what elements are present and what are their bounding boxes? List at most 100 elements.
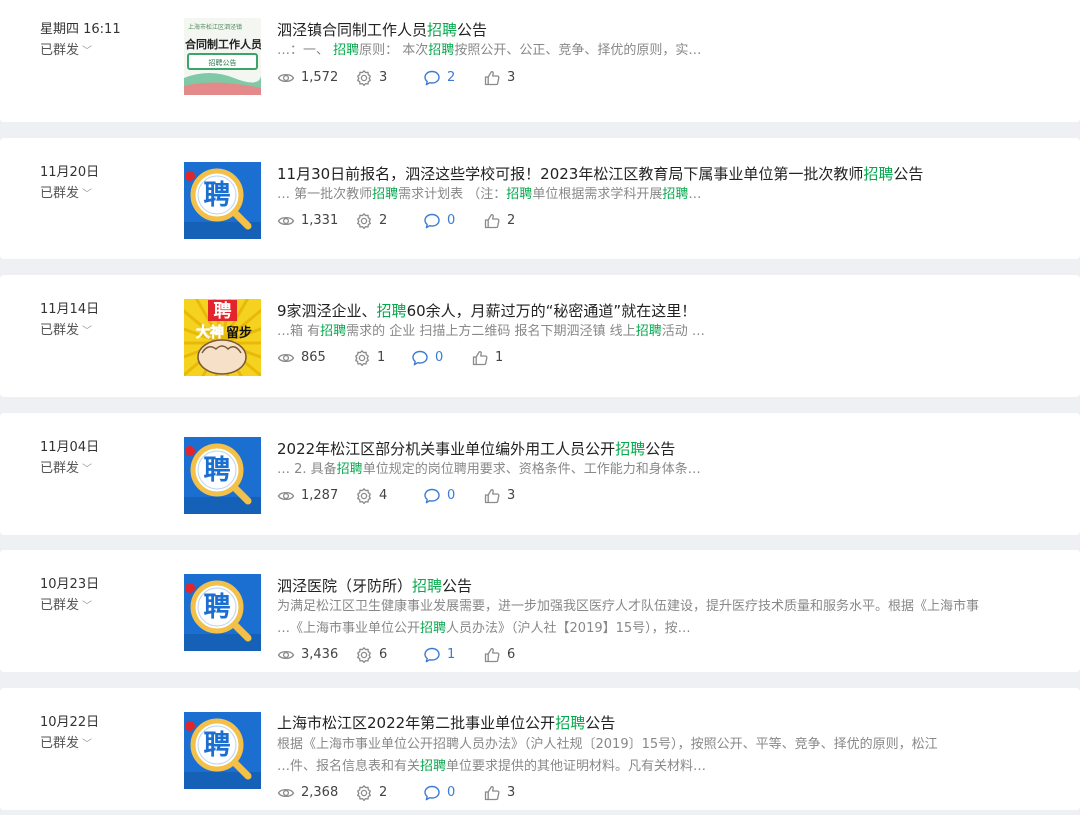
shares-stat[interactable]: 4 — [355, 486, 387, 506]
comments-stat[interactable]: 0 — [423, 783, 455, 803]
views-stat: 865 — [277, 348, 326, 368]
likes-stat[interactable]: 1 — [471, 348, 503, 368]
highlight-keyword: 招聘 — [555, 714, 586, 732]
chevron-down-icon: ﹀ — [82, 326, 93, 337]
likes-stat[interactable]: 6 — [483, 645, 515, 665]
text-segment: 按照公开、公正、竞争、择优的原则，实… — [454, 43, 702, 58]
likes-count: 3 — [507, 70, 516, 85]
comments-stat[interactable]: 2 — [423, 68, 455, 88]
comments-stat[interactable]: 1 — [423, 645, 455, 665]
text-segment: 公告 — [645, 440, 676, 458]
eye-icon — [277, 646, 295, 664]
publish-date: 11月14日 — [40, 302, 100, 317]
highlight-keyword: 招聘 — [863, 165, 894, 183]
article-card[interactable]: 星期四 16:11 已群发 ﹀ 上海市松江区泗泾镇 合同制工作人员 招聘公告 泗泾镇合同制工… — [0, 0, 1080, 122]
eye-icon — [277, 487, 295, 505]
comments-stat[interactable]: 0 — [423, 211, 455, 231]
status-dropdown[interactable]: 已群发 ﹀ — [40, 595, 92, 617]
status-label: 已群发 — [40, 186, 80, 201]
article-card[interactable]: 11月14日已群发 ﹀ 聘大神 留步 9家泗泾企业、招聘60余人，月薪过万的“秘密通道”… — [0, 275, 1080, 397]
article-thumbnail[interactable]: 聘 — [184, 437, 261, 514]
article-title[interactable]: 11月30日前报名，泗泾这些学校可报！2023年松江区教育局下属事业单位第一批次… — [277, 163, 923, 185]
text-segment: 公告 — [442, 577, 473, 595]
article-thumbnail[interactable]: 聘 — [184, 574, 261, 651]
likes-stat[interactable]: 3 — [483, 486, 515, 506]
text-segment: 公告 — [585, 714, 616, 732]
status-dropdown[interactable]: 已群发 ﹀ — [40, 320, 92, 342]
shares-stat[interactable]: 3 — [355, 68, 387, 88]
article-title[interactable]: 泗泾镇合同制工作人员招聘公告 — [277, 19, 487, 41]
comments-stat[interactable]: 0 — [411, 348, 443, 368]
article-title[interactable]: 上海市松江区2022年第二批事业单位公开招聘公告 — [277, 712, 615, 734]
comments-count: 0 — [435, 350, 444, 365]
status-dropdown[interactable]: 已群发 ﹀ — [40, 733, 92, 755]
thumb-text: 上海市松江区泗泾镇 — [188, 23, 242, 31]
shares-count: 3 — [379, 70, 388, 85]
likes-stat[interactable]: 3 — [483, 783, 515, 803]
text-segment: 11月30日前报名，泗泾这些学校可报！2023年松江区教育局下属事业单位第一批次… — [277, 165, 864, 183]
chevron-down-icon: ﹀ — [82, 464, 93, 475]
highlight-keyword: 招聘 — [635, 324, 662, 339]
text-segment: 公告 — [893, 165, 924, 183]
article-thumbnail[interactable]: 上海市松江区泗泾镇 合同制工作人员 招聘公告 — [184, 18, 261, 95]
likes-stat[interactable]: 3 — [483, 68, 515, 88]
article-title[interactable]: 泗泾医院（牙防所）招聘公告 — [277, 575, 472, 597]
likes-count: 1 — [495, 350, 504, 365]
shares-count: 4 — [379, 488, 388, 503]
text-segment: 泗泾镇合同制工作人员 — [277, 21, 428, 39]
views-count: 865 — [301, 350, 326, 365]
comments-count: 0 — [447, 785, 456, 800]
shares-count: 2 — [379, 785, 388, 800]
status-dropdown[interactable]: 已群发 ﹀ — [40, 183, 92, 205]
comment-icon — [423, 784, 441, 802]
article-card[interactable]: 11月20日 已群发 ﹀ 聘 11月30日前报名，泗泾这些学校可报！2023年松江区教育… — [0, 138, 1080, 259]
thumbs-up-icon — [483, 487, 501, 505]
highlight-keyword: 招聘 — [333, 43, 360, 58]
comments-stat[interactable]: 0 — [423, 486, 455, 506]
article-thumbnail[interactable]: 聘 — [184, 712, 261, 789]
article-thumbnail[interactable]: 聘大神 留步 — [184, 299, 261, 376]
text-segment: …箱 有 — [277, 324, 321, 339]
thumb-text: 合同制工作人员 — [185, 37, 261, 51]
shares-stat[interactable]: 2 — [355, 783, 387, 803]
views-stat: 3,436 — [277, 645, 338, 665]
likes-stat[interactable]: 2 — [483, 211, 515, 231]
article-card[interactable]: 10月22日 已群发 ﹀ 聘上海市松江区2022年第二批事业单位公开招聘公告 根据《上海… — [0, 688, 1080, 810]
text-segment: …《上海市事业单位公开 — [277, 621, 421, 636]
eye-icon — [277, 69, 295, 87]
views-stat: 2,368 — [277, 783, 338, 803]
text-segment: …：一、 — [277, 43, 334, 58]
article-title[interactable]: 9家泗泾企业、招聘60余人，月薪过万的“秘密通道”就在这里！ — [277, 300, 696, 322]
comments-count: 1 — [447, 647, 456, 662]
article-thumbnail[interactable]: 聘 — [184, 162, 261, 239]
shares-count: 6 — [379, 647, 388, 662]
thumb-text: 聘 — [204, 592, 231, 623]
shares-stat[interactable]: 1 — [353, 348, 385, 368]
article-snippet: 为满足松江区卫生健康事业发展需要，进一步加强我区医疗人才队伍建设，提升医疗技术质… — [277, 596, 979, 618]
highlight-keyword: 招聘 — [427, 21, 458, 39]
text-segment: 活动 … — [661, 324, 705, 339]
publish-date: 星期四 16:11 — [40, 22, 121, 37]
comment-icon — [423, 646, 441, 664]
highlight-keyword: 招聘 — [336, 462, 363, 477]
likes-count: 3 — [507, 488, 516, 503]
shares-stat[interactable]: 2 — [355, 211, 387, 231]
text-segment: 2022年松江区部分机关事业单位编外用工人员公开 — [277, 440, 616, 458]
shares-count: 2 — [379, 213, 388, 228]
shares-stat[interactable]: 6 — [355, 645, 387, 665]
thumbs-up-icon — [471, 349, 489, 367]
text-segment: 9家泗泾企业、 — [277, 302, 377, 320]
comments-count: 0 — [447, 213, 456, 228]
chevron-down-icon: ﹀ — [82, 189, 93, 200]
status-dropdown[interactable]: 已群发 ﹀ — [40, 40, 92, 62]
article-title[interactable]: 2022年松江区部分机关事业单位编外用工人员公开招聘公告 — [277, 438, 675, 460]
article-card[interactable]: 10月23日 已群发 ﹀ 聘泗泾医院（牙防所）招聘公告 为满足松江区卫生健康事业发展需要… — [0, 550, 1080, 672]
comment-icon — [423, 69, 441, 87]
chevron-down-icon: ﹀ — [82, 46, 93, 57]
text-segment: … 第一批次教师 — [277, 187, 373, 202]
chevron-down-icon: ﹀ — [82, 601, 93, 612]
text-segment: 为满足松江区卫生健康事业发展需要，进一步加强我区医疗人才队伍建设，提升医疗技术质… — [277, 599, 980, 614]
article-card[interactable]: 11月04日 已群发 ﹀ 聘 2022年松江区部分机关事业单位编外用工人员公开招聘公告…… — [0, 413, 1080, 535]
status-dropdown[interactable]: 已群发 ﹀ — [40, 458, 92, 480]
article-snippet: …箱 有招聘需求的 企业 扫描上方二维码 报名下期泗泾镇 线上招聘活动 … — [277, 321, 705, 343]
